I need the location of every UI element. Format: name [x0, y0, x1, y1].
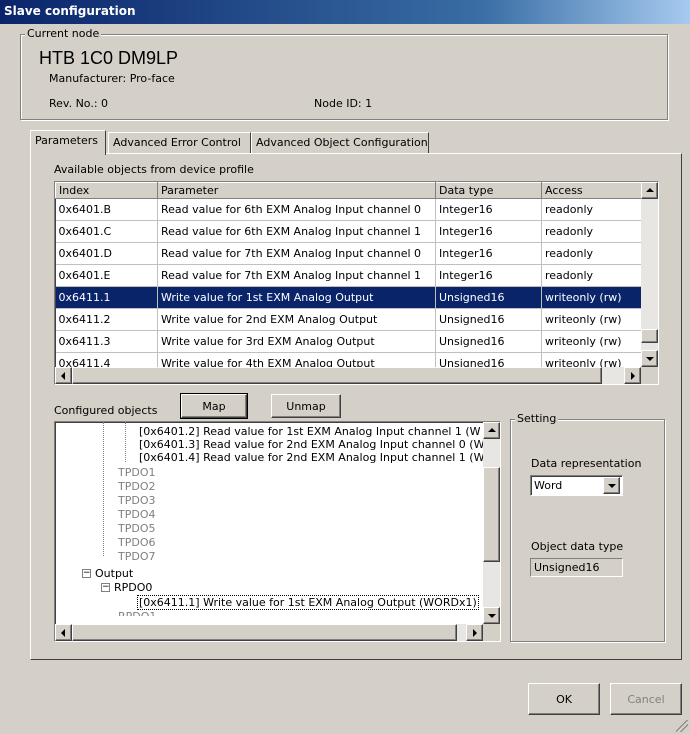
available-objects-label: Available objects from device profile [54, 163, 254, 176]
cancel-button[interactable]: Cancel [610, 683, 682, 715]
tree-item-tpdo[interactable]: TPDO2 [118, 480, 155, 493]
arrow-right-icon [473, 629, 477, 637]
object-data-type-field: Unsigned16 [530, 558, 623, 577]
configured-objects-tree[interactable]: [0x6401.2] Read value for 1st EXM Analog… [54, 421, 501, 642]
scroll-thumb[interactable] [483, 467, 500, 562]
tree-item-tpdo[interactable]: TPDO5 [118, 522, 155, 535]
tree-vertical-scrollbar[interactable] [483, 422, 500, 624]
arrow-up-icon [488, 428, 496, 432]
tree-item-tpdo[interactable]: TPDO4 [118, 508, 155, 521]
scroll-corner [641, 367, 658, 384]
setting-legend: Setting [515, 412, 559, 425]
rev-no-text: Rev. No.: 0 [49, 97, 109, 110]
ok-button[interactable]: OK [528, 683, 600, 715]
tab-advanced-error-control[interactable]: Advanced Error Control [108, 132, 251, 154]
scroll-thumb-horizontal[interactable] [72, 624, 457, 641]
tab-advanced-object-configuration[interactable]: Advanced Object Configuration [251, 132, 429, 154]
data-representation-label: Data representation [531, 457, 642, 470]
configured-objects-label: Configured objects [54, 404, 158, 417]
data-representation-select[interactable]: Word [530, 475, 623, 496]
tab-parameters[interactable]: Parameters [30, 130, 106, 155]
tree-item[interactable]: [0x6401.3] Read value for 2nd EXM Analog… [139, 438, 484, 451]
tree-item-tpdo[interactable]: TPDO6 [118, 536, 155, 549]
scroll-up-button[interactable] [483, 422, 500, 439]
table-row[interactable]: 0x6401.D Read value for 7th EXM Analog I… [55, 242, 642, 265]
scroll-corner [483, 624, 500, 641]
tree-horizontal-scrollbar[interactable] [55, 624, 483, 641]
tree-item-mapped-output[interactable]: [0x6411.1] Write value for 1st EXM Analo… [137, 595, 479, 610]
window-title: Slave configuration [4, 4, 136, 18]
scroll-down-button[interactable] [641, 350, 658, 367]
column-header-parameter[interactable]: Parameter [157, 182, 436, 199]
scroll-right-button[interactable] [624, 367, 641, 384]
table-row[interactable]: 0x6401.E Read value for 7th EXM Analog I… [55, 264, 642, 287]
arrow-down-icon [488, 614, 496, 618]
tree-item[interactable]: [0x6401.2] Read value for 1st EXM Analog… [139, 425, 481, 438]
arrow-left-icon [61, 629, 65, 637]
current-node-legend: Current node [25, 27, 102, 40]
tree-connector [125, 422, 126, 462]
scroll-left-button[interactable] [55, 367, 72, 384]
object-data-type-label: Object data type [531, 540, 624, 553]
tree-connector [103, 422, 104, 556]
table-row-selected[interactable]: 0x6411.1 Write value for 1st EXM Analog … [55, 286, 642, 309]
tab-panel: Available objects from device profile In… [30, 153, 682, 660]
collapse-rpdo0-icon[interactable]: − [101, 583, 110, 592]
scroll-right-button[interactable] [466, 624, 483, 641]
map-button[interactable]: Map [180, 393, 248, 419]
column-header-data-type[interactable]: Data type [435, 182, 542, 199]
node-id-text: Node ID: 1 [314, 97, 373, 110]
chevron-down-icon [608, 484, 616, 488]
table-row[interactable]: 0x6411.3 Write value for 3rd EXM Analog … [55, 330, 642, 353]
arrow-up-icon [646, 188, 654, 192]
title-bar[interactable]: Slave configuration [0, 0, 690, 24]
scroll-down-button[interactable] [483, 607, 500, 624]
table-row[interactable]: 0x6401.B Read value for 6th EXM Analog I… [55, 198, 642, 221]
table-vertical-scrollbar[interactable] [641, 182, 658, 367]
tree-item-tpdo[interactable]: TPDO1 [118, 466, 155, 479]
node-name: HTB 1C0 DM9LP [39, 48, 179, 68]
available-objects-table: Index Parameter Data type Access 0x6401.… [54, 181, 659, 385]
tree-item-tpdo[interactable]: TPDO3 [118, 494, 155, 507]
collapse-output-icon[interactable]: − [82, 569, 91, 578]
column-header-index[interactable]: Index [55, 182, 158, 199]
table-horizontal-scrollbar[interactable] [55, 367, 641, 384]
unmap-button[interactable]: Unmap [271, 394, 341, 418]
column-header-access[interactable]: Access [541, 182, 642, 199]
tree-item[interactable]: [0x6401.4] Read value for 2nd EXM Analog… [139, 451, 484, 464]
arrow-right-icon [631, 372, 635, 380]
dropdown-button[interactable] [603, 477, 620, 494]
manufacturer-text: Manufacturer: Pro-face [49, 72, 175, 85]
table-row[interactable]: 0x6401.C Read value for 6th EXM Analog I… [55, 220, 642, 243]
tree-item-rpdo0[interactable]: RPDO0 [114, 581, 152, 594]
scroll-thumb[interactable] [641, 329, 658, 343]
arrow-down-icon [646, 357, 654, 361]
arrow-left-icon [61, 372, 65, 380]
table-row[interactable]: 0x6411.2 Write value for 2nd EXM Analog … [55, 308, 642, 331]
current-node-group: Current node HTB 1C0 DM9LP Manufacturer:… [20, 27, 668, 120]
tree-item-rpdo1[interactable]: RPDO1 [118, 610, 156, 616]
scroll-left-button[interactable] [55, 624, 72, 641]
resize-grip-icon[interactable] [676, 720, 688, 732]
setting-group: Setting Data representation Word Object … [510, 412, 665, 642]
tree-item-tpdo[interactable]: TPDO7 [118, 550, 155, 563]
table-header: Index Parameter Data type Access [55, 182, 642, 199]
tree-item-output[interactable]: Output [95, 567, 133, 580]
scroll-up-button[interactable] [641, 182, 658, 199]
scroll-thumb-horizontal[interactable] [72, 367, 602, 384]
